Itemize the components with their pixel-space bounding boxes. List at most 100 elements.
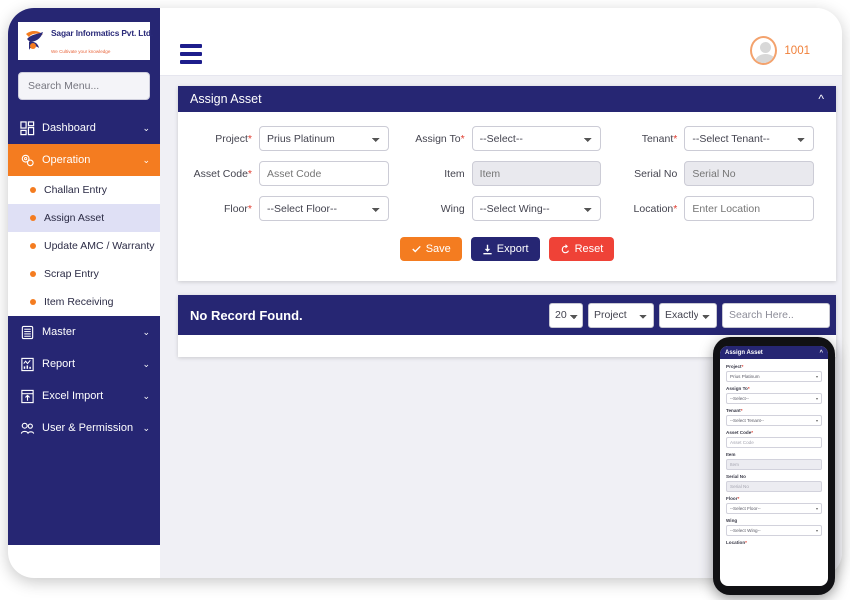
label-item: Item — [444, 167, 465, 180]
page-size-select[interactable]: 20 — [549, 302, 583, 328]
mobile-floor-select[interactable]: --Select Floor-- ▾ — [726, 502, 822, 514]
bullet-icon — [30, 271, 36, 277]
sidebar-item-update-amc-warranty[interactable]: Update AMC / Warranty — [8, 232, 160, 260]
mobile-label-floor: Floor* — [726, 496, 740, 501]
mobile-label-wing: Wing — [726, 518, 738, 523]
label-location: Location* — [633, 202, 678, 215]
form-row-1: Project* Prius Platinum Assign To* --Sel… — [188, 126, 826, 151]
chevron-down-icon: ⌄ — [142, 358, 150, 369]
export-button[interactable]: Export — [470, 237, 540, 261]
search-menu-input[interactable] — [18, 72, 150, 100]
chevron-down-icon: ▾ — [815, 527, 818, 533]
results-filters: 20 Project Exactly — [549, 302, 830, 328]
sidebar-item-assign-asset[interactable]: Assign Asset — [8, 204, 160, 232]
users-icon — [20, 421, 35, 436]
mobile-preview-screen: Assign Asset ^ Project* Prius Platinum ▾… — [720, 346, 828, 586]
mobile-assign-to-value: --Select-- — [730, 395, 749, 401]
tenant-select[interactable]: --Select Tenant-- — [684, 126, 815, 151]
label-serial-no: Serial No — [634, 167, 678, 180]
sagar-logo-icon — [23, 28, 47, 54]
mobile-assign-to-select[interactable]: --Select-- ▾ — [726, 392, 822, 404]
sidebar-item-item-receiving[interactable]: Item Receiving — [8, 288, 160, 316]
no-record-message: No Record Found. — [190, 307, 303, 323]
mobile-serial-no-value: Serial No — [730, 483, 749, 489]
excel-import-icon — [20, 389, 35, 404]
form-row-3: Floor* --Select Floor-- Wing --Select Wi… — [188, 196, 826, 221]
brand-logo: Sagar Informatics Pvt. Ltd. We Cultivate… — [16, 20, 153, 62]
mobile-field-asset-code: Asset Code* Asset Code — [726, 430, 822, 448]
chevron-down-icon: ▾ — [815, 417, 818, 423]
mobile-asset-code-value: Asset Code — [730, 439, 754, 445]
chevron-down-icon: ⌄ — [142, 154, 150, 165]
chevron-up-icon[interactable]: ^ — [819, 350, 823, 356]
search-records-input[interactable] — [722, 302, 830, 328]
chevron-down-icon: ▾ — [815, 395, 818, 401]
dashboard-grid-icon — [20, 120, 35, 136]
reset-button-label: Reset — [574, 243, 604, 255]
label-asset-code: Asset Code* — [193, 167, 252, 180]
sidebar-group-user-permission[interactable]: User & Permission ⌄ — [8, 412, 160, 444]
sidebar-group-label: Dashboard — [42, 122, 96, 134]
refresh-icon — [561, 243, 569, 253]
field-tenant: Tenant* --Select Tenant-- — [613, 126, 826, 151]
chevron-down-icon: ⌄ — [142, 122, 150, 133]
sidebar-group-excel-import[interactable]: Excel Import ⌄ — [8, 380, 160, 412]
user-chip[interactable]: 1001 — [750, 36, 810, 65]
sidebar-group-master[interactable]: Master ⌄ — [8, 316, 160, 348]
mobile-label-tenant: Tenant* — [726, 408, 743, 413]
user-id-label: 1001 — [784, 44, 810, 57]
assign-to-select[interactable]: --Select-- — [471, 126, 602, 151]
sidebar-group-operation[interactable]: Operation ⌄ — [8, 144, 160, 176]
mobile-field-project: Project* Prius Platinum ▾ — [726, 364, 822, 382]
brand-tagline: We Cultivate your knowledge — [51, 49, 111, 54]
save-button-label: Save — [425, 243, 451, 255]
sidebar-item-scrap-entry[interactable]: Scrap Entry — [8, 260, 160, 288]
location-input[interactable] — [684, 196, 815, 221]
database-icon — [20, 325, 35, 340]
asset-code-input[interactable] — [259, 161, 389, 186]
wing-select[interactable]: --Select Wing-- — [471, 196, 602, 221]
sidebar-group-label: Operation — [42, 154, 91, 166]
label-project: Project* — [215, 132, 252, 145]
sidebar-item-label: Challan Entry — [44, 184, 108, 196]
field-serial-no: Serial No — [613, 161, 826, 186]
floor-select[interactable]: --Select Floor-- — [259, 196, 389, 221]
mobile-field-location: Location* — [726, 540, 822, 545]
mobile-item-value: Item — [730, 461, 739, 467]
sidebar-group-label: User & Permission — [42, 422, 134, 434]
mobile-item-input: Item — [726, 458, 822, 470]
mobile-tenant-select[interactable]: --Select Tenant-- ▾ — [726, 414, 822, 426]
mobile-asset-code-input[interactable]: Asset Code — [726, 436, 822, 448]
sidebar-item-challan-entry[interactable]: Challan Entry — [8, 176, 160, 204]
label-wing: Wing — [440, 202, 465, 215]
sidebar-group-report[interactable]: Report ⌄ — [8, 348, 160, 380]
mobile-tenant-value: --Select Tenant-- — [730, 417, 764, 423]
chevron-up-icon[interactable]: ^ — [818, 92, 824, 106]
mobile-label-project: Project* — [726, 364, 744, 369]
field-floor: Floor* --Select Floor-- — [188, 196, 401, 221]
save-button[interactable]: Save — [399, 237, 462, 261]
mobile-label-location: Location* — [726, 540, 747, 545]
mobile-card-title: Assign Asset — [725, 349, 763, 356]
field-wing: Wing --Select Wing-- — [401, 196, 614, 221]
sidebar-group-dashboard[interactable]: Dashboard ⌄ — [8, 112, 160, 144]
mobile-wing-select[interactable]: --Select Wing-- ▾ — [726, 524, 822, 536]
sidebar-group-label: Report — [42, 358, 76, 370]
match-mode-select[interactable]: Exactly — [659, 302, 717, 328]
reset-button[interactable]: Reset — [548, 237, 615, 261]
hamburger-icon[interactable] — [180, 44, 202, 68]
project-select[interactable]: Prius Platinum — [259, 126, 389, 151]
sidebar-item-label: Update AMC / Warranty — [44, 240, 155, 252]
mobile-form: Project* Prius Platinum ▾ Assign To* --S… — [720, 359, 828, 545]
sidebar-group-label: Master — [42, 326, 76, 338]
bullet-icon — [30, 299, 36, 305]
field-filter-select[interactable]: Project — [588, 302, 654, 328]
serial-no-input — [684, 161, 815, 186]
assign-asset-card: Assign Asset ^ Project* Prius Platinum A… — [178, 86, 836, 281]
operation-submenu: Challan Entry Assign Asset Update AMC / … — [8, 176, 160, 316]
mobile-project-select[interactable]: Prius Platinum ▾ — [726, 370, 822, 382]
sidebar-item-label: Item Receiving — [44, 296, 114, 308]
results-card-header: No Record Found. 20 Project Exactly — [178, 295, 836, 335]
label-tenant: Tenant* — [641, 132, 678, 145]
mobile-project-value: Prius Platinum — [730, 373, 760, 379]
